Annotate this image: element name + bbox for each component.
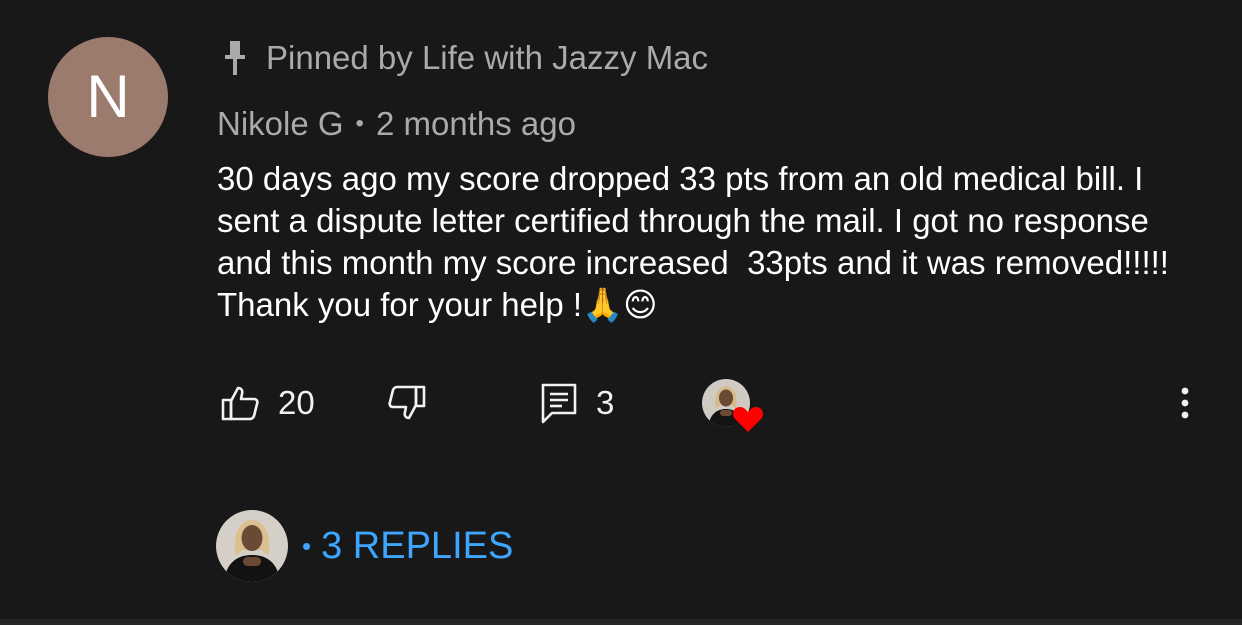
creator-heart-badge bbox=[702, 378, 764, 432]
like-button[interactable]: 20 bbox=[220, 378, 315, 428]
comment-icon bbox=[541, 383, 577, 424]
bottom-divider bbox=[0, 619, 1242, 625]
pin-icon bbox=[225, 41, 245, 75]
comment-actions: 20 3 bbox=[217, 378, 1207, 432]
comment-timestamp[interactable]: 2 months ago bbox=[376, 105, 576, 143]
more-vertical-icon bbox=[1181, 387, 1189, 419]
author-name[interactable]: Nikole G bbox=[217, 105, 344, 143]
replies-link[interactable]: • 3 REPLIES bbox=[302, 525, 513, 568]
heart-icon bbox=[732, 407, 764, 432]
pinned-label: Pinned by Life with Jazzy Mac bbox=[266, 39, 709, 76]
thumbs-down-icon bbox=[388, 385, 426, 420]
comment-meta: Nikole G • 2 months ago bbox=[217, 104, 576, 144]
thumbs-up-icon bbox=[221, 386, 259, 421]
pinned-label-row: Pinned by Life with Jazzy Mac bbox=[222, 38, 708, 78]
avatar-initial: N bbox=[86, 63, 130, 130]
replies-dot: • bbox=[302, 530, 312, 561]
more-options-button[interactable] bbox=[1177, 378, 1193, 428]
creator-avatar bbox=[216, 510, 288, 582]
like-count: 20 bbox=[278, 384, 315, 421]
replies-label: 3 REPLIES bbox=[321, 524, 514, 567]
commenter-avatar[interactable]: N bbox=[48, 37, 168, 157]
replies-toggle[interactable]: • 3 REPLIES bbox=[216, 510, 513, 582]
dislike-button[interactable] bbox=[387, 378, 427, 428]
comment-text: 30 days ago my score dropped 33 pts from… bbox=[217, 160, 1187, 323]
meta-separator: • bbox=[355, 110, 364, 137]
reply-button[interactable]: 3 bbox=[540, 378, 614, 428]
reply-count: 3 bbox=[596, 384, 615, 421]
